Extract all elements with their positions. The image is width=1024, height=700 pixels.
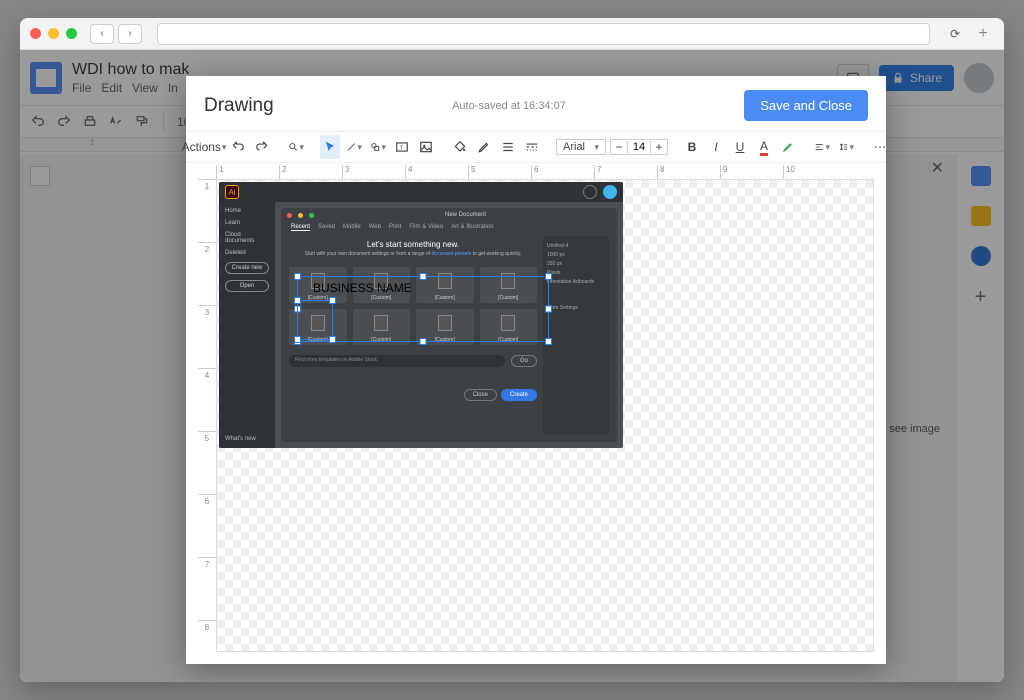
align-icon <box>814 140 824 154</box>
underline-button[interactable]: U <box>730 135 750 159</box>
border-color-button[interactable] <box>474 135 494 159</box>
textbox-content[interactable]: BUSINESS NAME <box>313 281 412 295</box>
close-window-icon[interactable] <box>30 28 41 39</box>
image-tool[interactable] <box>416 135 436 159</box>
redo-icon <box>255 140 269 154</box>
ai-open-button: Open <box>225 280 269 292</box>
zoom-menu[interactable]: ▾ <box>286 135 306 159</box>
bold-button[interactable]: B <box>682 135 702 159</box>
ai-subtext: Start with your own document settings or… <box>289 251 537 257</box>
reload-icon[interactable]: ⟳ <box>945 27 965 41</box>
textbox-tool[interactable]: T <box>392 135 412 159</box>
zoom-icon <box>288 140 298 154</box>
line-weight-icon <box>501 140 515 154</box>
browser-window: ‹ › ⟳ + WDI how to mak File Edit View In <box>20 18 1004 682</box>
vertical-ruler: 12345678 <box>198 179 216 652</box>
select-tool[interactable] <box>320 135 340 159</box>
ai-template-search: Find more templates on Adobe Stock <box>289 355 505 367</box>
canvas-area: 12345678910 12345678 Ai Home Learn <box>186 163 886 664</box>
italic-button[interactable]: I <box>706 135 726 159</box>
ai-side-learn: Learn <box>225 220 269 226</box>
more-button[interactable]: ⋯ <box>870 135 890 159</box>
border-weight-button[interactable] <box>498 135 518 159</box>
border-dash-button[interactable] <box>522 135 542 159</box>
preset-selection[interactable] <box>297 300 333 340</box>
shape-tool[interactable]: ▾ <box>368 135 388 159</box>
svg-text:T: T <box>400 145 404 151</box>
text-color-button[interactable]: A <box>754 135 774 159</box>
ai-headline: Let's start something new. <box>289 240 537 249</box>
image-icon <box>419 140 433 154</box>
browser-chrome: ‹ › ⟳ + <box>20 18 1004 50</box>
font-size-decrease[interactable]: − <box>611 140 627 154</box>
dialog-header: Drawing Auto-saved at 16:34:07 Save and … <box>186 76 886 131</box>
new-tab-button[interactable]: + <box>972 25 994 43</box>
highlighter-icon <box>781 140 795 154</box>
line-icon <box>346 140 356 154</box>
horizontal-ruler: 12345678910 <box>216 165 874 179</box>
undo-button[interactable] <box>228 135 248 159</box>
ai-avatar-icon <box>603 185 617 199</box>
maximize-window-icon[interactable] <box>66 28 77 39</box>
line-dash-icon <box>525 140 539 154</box>
line-spacing-icon <box>838 140 848 154</box>
align-button[interactable]: ▾ <box>812 135 832 159</box>
ai-close-button: Close <box>464 389 497 401</box>
line-tool[interactable]: ▾ <box>344 135 364 159</box>
pencil-icon <box>477 140 491 154</box>
drawing-canvas[interactable]: Ai Home Learn Cloud documents Deleted Cr… <box>216 179 874 652</box>
line-spacing-button[interactable]: ▾ <box>836 135 856 159</box>
save-and-close-button[interactable]: Save and Close <box>744 90 868 121</box>
actions-menu[interactable]: Actions▾ <box>194 135 214 159</box>
ai-create-button: Create <box>501 389 537 401</box>
ai-side-cloud: Cloud documents <box>225 232 269 244</box>
ai-side-deleted: Deleted <box>225 250 269 256</box>
font-size-input[interactable] <box>627 141 651 153</box>
autosave-status: Auto-saved at 16:34:07 <box>452 100 566 112</box>
shape-icon <box>370 140 380 154</box>
ai-logo-icon: Ai <box>225 185 239 199</box>
font-family-select[interactable]: Arial▾ <box>556 139 606 155</box>
fill-color-button[interactable] <box>450 135 470 159</box>
window-controls <box>30 28 77 39</box>
minimize-window-icon[interactable] <box>48 28 59 39</box>
ai-search-icon <box>583 185 597 199</box>
redo-button[interactable] <box>252 135 272 159</box>
url-bar[interactable] <box>157 23 930 45</box>
textbox-icon: T <box>395 140 409 154</box>
ai-preset-panel: Untitled-4 1000 px 250 px Pixels Orienta… <box>543 236 609 434</box>
ai-whats-new: What's new <box>225 436 269 442</box>
drawing-dialog: Drawing Auto-saved at 16:34:07 Save and … <box>186 76 886 664</box>
drawing-toolbar: Actions▾ ▾ ▾ ▾ T Arial▾ − + <box>186 131 886 163</box>
nav-forward-button[interactable]: › <box>118 24 142 44</box>
ai-go-button: Go <box>511 355 537 367</box>
ai-sidebar: Home Learn Cloud documents Deleted Creat… <box>219 202 275 448</box>
font-size-stepper[interactable]: − + <box>610 139 668 155</box>
nav-back-button[interactable]: ‹ <box>90 24 114 44</box>
ai-side-home: Home <box>225 208 269 214</box>
paint-bucket-icon <box>453 140 467 154</box>
cursor-icon <box>323 140 337 154</box>
dialog-title: Drawing <box>204 95 274 117</box>
highlight-button[interactable] <box>778 135 798 159</box>
font-size-increase[interactable]: + <box>651 140 667 154</box>
undo-icon <box>231 140 245 154</box>
ai-create-new-button: Create new <box>225 262 269 274</box>
